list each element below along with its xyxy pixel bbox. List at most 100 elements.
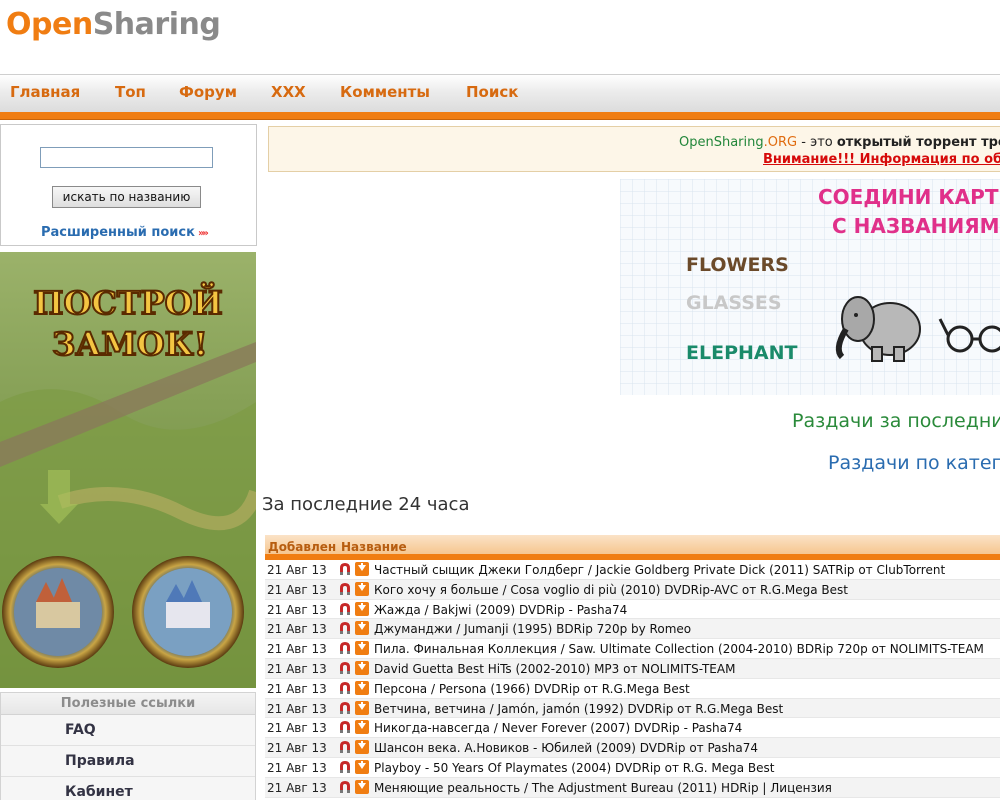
magnet-icon[interactable] [339,780,351,793]
row-title-link[interactable]: Частный сыщик Джеки Голдберг / Jackie Go… [374,563,945,577]
magnet-icon[interactable] [339,721,351,734]
row-date: 21 Авг 13 [267,642,327,657]
table-row: 21 Авг 13 Ветчина, ветчина / Jamón, jamón… [265,698,1000,719]
useful-links-box: Полезные ссылки FAQ Правила Кабинет [0,692,256,800]
row-title-link[interactable]: Playboy - 50 Years Of Playmates (2004) D… [374,761,775,775]
ad-word-glasses: GLASSES [686,292,782,314]
nav-item-xxx[interactable]: XXX [271,83,306,101]
column-title[interactable]: Название [341,540,407,554]
notice-site-domain: .ORG [763,135,798,150]
download-icon[interactable] [355,581,369,596]
useful-link-faq[interactable]: FAQ [1,715,255,746]
download-icon[interactable] [355,720,369,735]
banner-text-line2: ЗАМОК! [52,325,208,363]
download-icon[interactable] [355,660,369,675]
header: OpenSharing [0,0,1000,74]
table-header: Добавлен Название [265,535,1000,560]
download-icon[interactable] [355,601,369,616]
match-pictures-ad[interactable]: СОЕДИНИ КАРТИНК С НАЗВАНИЯМИ FLOWERS GLA… [620,179,1000,395]
download-icon[interactable] [355,740,369,755]
nav-item-forum[interactable]: Форум [179,83,237,101]
last-24h-heading: За последние 24 часа [262,494,470,515]
notice-line: OpenSharing.ORG - это открытый торрент т… [679,135,1000,150]
row-title-link[interactable]: Джуманджи / Jumanji (1995) BDRip 720p by… [374,622,691,636]
site-logo[interactable]: OpenSharing [6,7,221,42]
magnet-icon[interactable] [339,563,351,575]
castle-game-banner[interactable]: ПОСТРОЙ ЗАМОК! [0,252,256,688]
useful-link-rules[interactable]: Правила [1,746,255,777]
table-row: 21 Авг 13 Шансон века. А.Новиков - Юбилей… [265,738,1000,758]
category-releases-link[interactable]: Раздачи по катего [828,452,1000,474]
logo-part-open: Open [6,7,93,42]
double-chevron-icon: »» [197,228,209,239]
nav-item-home[interactable]: Главная [10,83,80,101]
row-title-link[interactable]: Меняющие реальность / The Adjustment Bur… [374,781,832,795]
download-icon[interactable] [355,641,369,656]
magnet-icon[interactable] [339,661,351,674]
row-title-link[interactable]: Пила. Финальная Коллекция / Saw. Ultimat… [374,642,984,656]
row-date: 21 Авг 13 [267,760,327,775]
download-icon[interactable] [355,779,369,794]
download-icon[interactable] [355,562,369,576]
magnet-icon[interactable] [339,701,351,714]
nav-accent-bar [0,112,1000,120]
row-title-link[interactable]: Жажда / Bakjwi (2009) DVDRip - Pasha74 [374,603,627,617]
row-date: 21 Авг 13 [267,661,327,676]
ad-word-elephant: ELEPHANT [686,342,797,364]
magnet-icon[interactable] [339,681,351,694]
row-title-link[interactable]: Персона / Persona (1966) DVDRip от R.G.M… [374,682,690,696]
table-row: 21 Авг 13 Пила. Финальная Коллекция / Saw… [265,639,1000,659]
table-row: 21 Авг 13 Меняющие реальность / The Adjus… [265,777,1000,798]
magnet-icon[interactable] [339,622,351,635]
magnet-icon[interactable] [339,760,351,773]
table-row: 21 Авг 13 Персона / Persona (1966) DVDRip… [265,679,1000,699]
row-date: 21 Авг 13 [267,701,327,716]
useful-links-heading: Полезные ссылки [1,693,255,715]
nav-item-comments[interactable]: Комменты [340,83,430,101]
recent-releases-link[interactable]: Раздачи за последни [792,410,1000,432]
download-icon[interactable] [355,700,369,715]
table-row: 21 Авг 13 Никогда-навсегда / Never Foreve… [265,718,1000,739]
download-icon[interactable] [355,759,369,774]
page: OpenSharing Главная Топ Форум XXX Коммен… [0,0,1000,800]
search-box: искать по названию Расширенный поиск»» [0,124,257,246]
row-date: 21 Авг 13 [267,582,327,597]
row-date: 21 Авг 13 [267,681,327,696]
table-row: 21 Авг 13 Жажда / Bakjwi (2009) DVDRip - … [265,600,1000,620]
logo-part-sharing: Sharing [92,7,221,42]
column-added[interactable]: Добавлен [268,540,336,554]
useful-link-cabinet[interactable]: Кабинет [1,777,255,800]
site-notice: OpenSharing.ORG - это открытый торрент т… [268,126,1000,172]
row-title-link[interactable]: David Guetta Best HiTs (2002-2010) MP3 о… [374,662,735,676]
row-title-link[interactable]: Ветчина, ветчина / Jamón, jamón (1992) D… [374,702,783,716]
magnet-icon[interactable] [339,642,351,655]
row-title-link[interactable]: Кого хочу я больше / Cosa voglio di più … [374,583,848,597]
nav-item-top[interactable]: Топ [115,83,146,101]
ad-word-flowers: FLOWERS [686,254,789,276]
advanced-search-link[interactable]: Расширенный поиск»» [41,225,209,240]
notice-site-name: OpenSharing [679,135,764,150]
row-date: 21 Авг 13 [267,563,327,577]
nav-item-search[interactable]: Поиск [466,83,518,101]
row-date: 21 Авг 13 [267,721,327,736]
torrents-table: Добавлен Название 21 Авг 13 Частный сыщик… [265,535,1000,798]
table-row: 21 Авг 13 Джуманджи / Jumanji (1995) BDRi… [265,619,1000,640]
row-title-link[interactable]: Никогда-навсегда / Never Forever (2007) … [374,721,742,735]
download-icon[interactable] [355,680,369,695]
row-date: 21 Авг 13 [267,622,327,637]
magnet-icon[interactable] [339,602,351,615]
main-nav: Главная Топ Форум XXX Комменты Поиск [0,74,1000,120]
table-body: 21 Авг 13 Частный сыщик Джеки Голдберг / … [265,560,1000,798]
notice-bold-text: открытый торрент тре [836,135,1000,150]
download-icon[interactable] [355,621,369,636]
magnet-icon[interactable] [339,741,351,754]
ad-title-line2: С НАЗВАНИЯМИ [832,214,1000,238]
banner-text-line1: ПОСТРОЙ [33,282,223,322]
notice-warning-link[interactable]: Внимание!!! Информация по обхо [763,152,1000,167]
search-input[interactable] [40,147,213,168]
magnet-icon[interactable] [339,582,351,595]
notice-text: - это [797,135,837,150]
row-date: 21 Авг 13 [267,602,327,617]
search-by-title-button[interactable]: искать по названию [52,186,201,208]
row-title-link[interactable]: Шансон века. А.Новиков - Юбилей (2009) D… [374,741,758,755]
